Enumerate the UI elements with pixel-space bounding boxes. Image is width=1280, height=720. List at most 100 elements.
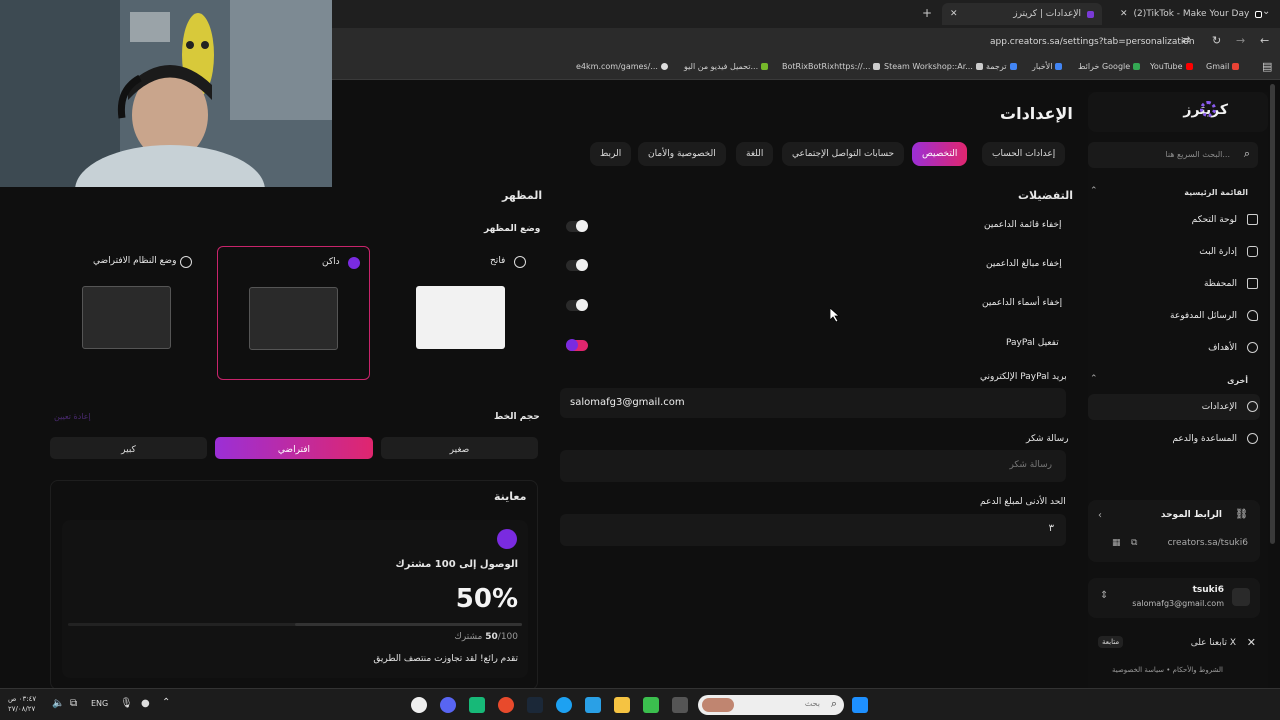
- windows-start-icon[interactable]: [852, 697, 868, 713]
- sidebar-item-stream[interactable]: إدارة البث: [1199, 246, 1258, 257]
- chrome-icon[interactable]: [498, 697, 514, 713]
- follow-x-row: ✕ تابعنا على X متابعة: [1088, 632, 1260, 656]
- tab-privacy-security[interactable]: الخصوصية والأمان: [638, 142, 726, 166]
- close-icon[interactable]: ✕: [950, 9, 958, 19]
- chevron-left-icon[interactable]: ‹: [1098, 510, 1102, 521]
- system-radio[interactable]: [180, 256, 192, 268]
- task-view-icon[interactable]: [672, 697, 688, 713]
- app-icon[interactable]: [469, 697, 485, 713]
- sidebar-item-help[interactable]: المساعدة والدعم: [1172, 433, 1258, 444]
- chevron-up-icon[interactable]: ⌃: [1090, 374, 1098, 384]
- min-amount-field[interactable]: ٣: [560, 514, 1066, 546]
- obs-icon[interactable]: [411, 697, 427, 713]
- url-field[interactable]: app.creators.sa/settings?tab=personaliza…: [990, 37, 1195, 47]
- back-icon[interactable]: ←: [1260, 34, 1269, 47]
- font-size-large-button[interactable]: كبير: [50, 437, 207, 459]
- paypal-email-label: بريد PayPal الإلكتروني: [980, 372, 1067, 382]
- show-hidden-icons[interactable]: ⌃: [162, 697, 170, 708]
- bookmark-e4km[interactable]: e4km.com/games/...: [576, 62, 668, 71]
- sidebar-item-paid-messages[interactable]: الرسائل المدفوعة: [1170, 310, 1258, 321]
- theme-option-light[interactable]: فاتح: [384, 246, 538, 380]
- reset-hint[interactable]: إعادة تعيين: [54, 412, 91, 421]
- reload-icon[interactable]: ↻: [1212, 34, 1221, 47]
- browser-tab-settings[interactable]: ✕ الإعدادات | كريترز: [942, 3, 1102, 25]
- tab-list-icon[interactable]: ⌄: [1262, 6, 1270, 17]
- follow-button[interactable]: متابعة: [1098, 636, 1124, 648]
- qr-icon[interactable]: ▦: [1112, 538, 1121, 548]
- user-card[interactable]: tsuki6 salomafg3@gmail.com ⇕: [1088, 578, 1260, 618]
- bookmark-youtube[interactable]: YouTube: [1150, 62, 1193, 71]
- sidebar-item-goals[interactable]: الأهداف: [1208, 342, 1258, 353]
- file-explorer-icon[interactable]: [614, 697, 630, 713]
- chevron-updown-icon[interactable]: ⇕: [1100, 590, 1108, 601]
- quick-search[interactable]: البحث السريع هنا... ⌕: [1088, 142, 1258, 168]
- sidebar-item-settings[interactable]: الإعدادات: [1202, 401, 1258, 412]
- store-icon[interactable]: [585, 697, 601, 713]
- chevron-up-icon[interactable]: ⌃: [1090, 186, 1098, 196]
- network-icon[interactable]: ⧉: [70, 698, 77, 709]
- discord-icon[interactable]: [440, 697, 456, 713]
- search-icon: ⌕: [830, 697, 837, 710]
- scrollbar[interactable]: [1270, 84, 1275, 544]
- theme-option-dark[interactable]: داكن: [217, 246, 370, 380]
- close-icon[interactable]: ✕: [1120, 9, 1128, 19]
- browser-tab-tiktok[interactable]: ✕ (2)TikTok - Make Your Day: [1112, 3, 1270, 25]
- font-size-default-button[interactable]: افتراضي: [215, 437, 373, 459]
- tab-language[interactable]: اللغة: [736, 142, 774, 166]
- site-settings-icon[interactable]: ⇄: [1182, 35, 1190, 46]
- tab-account-settings[interactable]: إعدادات الحساب: [982, 142, 1066, 166]
- hide-names-toggle[interactable]: [566, 299, 588, 311]
- light-theme-thumbnail: [416, 286, 505, 349]
- other-section-title: أخرى: [1227, 376, 1248, 385]
- clock[interactable]: ٠٣:٤٧ ص ٢٧/٠٨/٢٧: [8, 694, 36, 714]
- page-title: الإعدادات: [1000, 104, 1073, 123]
- bookmark-gmail[interactable]: Gmail: [1206, 62, 1240, 71]
- taskbar-search[interactable]: بحث ⌕: [698, 695, 844, 715]
- twitch-icon: [497, 529, 517, 549]
- system-label: وضع النظام الافتراضي: [93, 256, 177, 266]
- tab-personalization[interactable]: التخصيص: [912, 142, 968, 166]
- unified-link-title: الرابط الموحد: [1160, 510, 1222, 520]
- thanks-message-field[interactable]: رسالة شكر: [560, 450, 1066, 482]
- hide-amounts-toggle[interactable]: [566, 259, 588, 271]
- microphone-icon[interactable]: 🎙: [120, 698, 133, 709]
- edge-icon[interactable]: [556, 697, 572, 713]
- sidebar-item-dashboard[interactable]: لوحة التحكم: [1192, 214, 1258, 225]
- sidebar-item-wallet[interactable]: المحفظة: [1204, 278, 1258, 289]
- progress-fill: [295, 623, 522, 626]
- new-tab-button[interactable]: +: [922, 6, 932, 20]
- bookmark-maps[interactable]: خرائط Google: [1078, 62, 1141, 71]
- minecraft-icon[interactable]: [643, 697, 659, 713]
- creators-icon: [1087, 10, 1094, 18]
- tab-linking[interactable]: الربط: [590, 142, 632, 166]
- bookmark-botrix[interactable]: BotRixBotRixhttps://...: [782, 62, 881, 71]
- thanks-message-label: رسالة شكر: [1026, 434, 1069, 444]
- steam-icon[interactable]: [527, 697, 543, 713]
- goal-count: 50/100 مشترك: [454, 632, 518, 642]
- search-input[interactable]: البحث السريع هنا...: [1165, 150, 1230, 159]
- more-bookmarks-icon[interactable]: ▤: [1262, 60, 1272, 73]
- tab-social-accounts[interactable]: حسابات التواصل الإجتماعي: [782, 142, 905, 166]
- paypal-email-field[interactable]: salomafg3@gmail.com: [560, 388, 1066, 418]
- dark-radio[interactable]: [348, 257, 360, 269]
- terms-link[interactable]: الشروط والأحكام: [1173, 666, 1223, 674]
- speaker-icon[interactable]: 🔈: [52, 698, 64, 709]
- language-indicator[interactable]: ENG: [91, 699, 108, 708]
- bookmark-news[interactable]: الأخبار: [1032, 62, 1063, 71]
- copy-icon[interactable]: ⧉: [1131, 538, 1137, 548]
- forward-icon[interactable]: →: [1236, 34, 1245, 47]
- download-icon: [761, 63, 769, 70]
- light-radio[interactable]: [514, 256, 526, 268]
- bookmark-steam[interactable]: Steam Workshop::Ar...: [884, 62, 983, 71]
- tray-app-icon[interactable]: ●: [141, 698, 150, 709]
- goal-title: الوصول إلى 100 مشترك: [395, 559, 518, 570]
- bookmark-video-download[interactable]: تحميل فيديو من اليو...: [684, 62, 769, 71]
- enable-paypal-toggle[interactable]: [566, 339, 588, 351]
- privacy-link[interactable]: سياسة الخصوصية: [1112, 666, 1164, 674]
- hide-supporters-list-toggle[interactable]: [566, 220, 588, 232]
- theme-option-system[interactable]: وضع النظام الافتراضي: [50, 246, 204, 380]
- bookmark-translate[interactable]: ترجمة: [986, 62, 1017, 71]
- hide-amounts-label: إخفاء مبالغ الداعمين: [986, 259, 1062, 269]
- font-size-small-button[interactable]: صغير: [381, 437, 538, 459]
- unified-link-url[interactable]: creators.sa/tsuki6: [1168, 538, 1248, 548]
